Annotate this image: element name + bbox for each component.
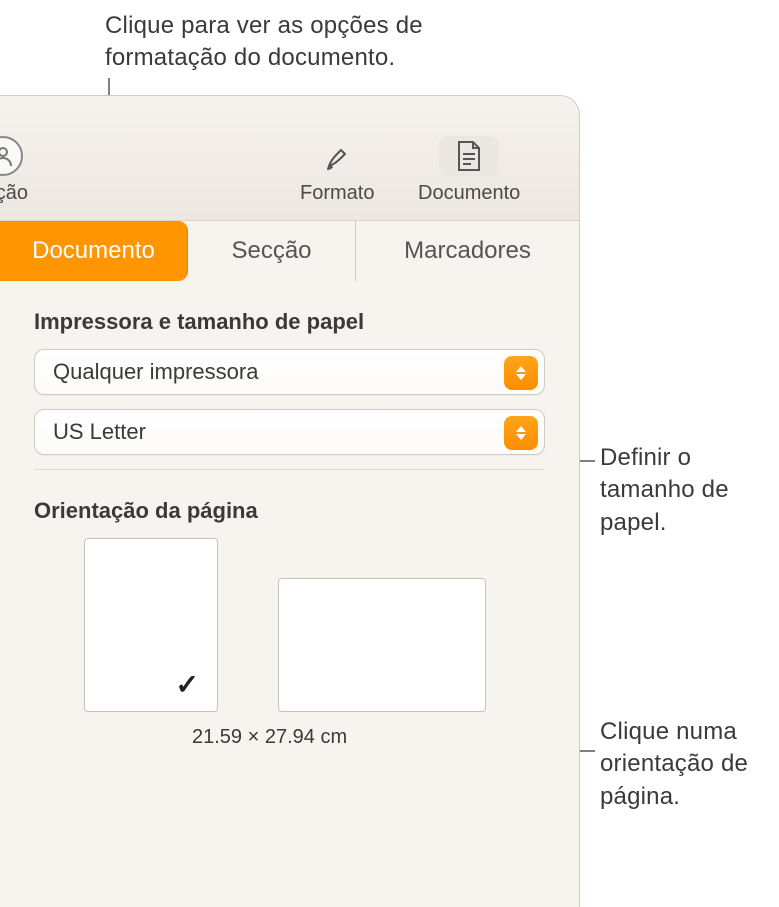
format-brush-icon bbox=[307, 136, 367, 176]
printer-popup-value: Qualquer impressora bbox=[53, 359, 258, 385]
toolbar-item-collaboration[interactable]: ração bbox=[0, 136, 28, 205]
page-dimensions-label: 21.59 × 27.94 cm bbox=[34, 726, 545, 749]
document-page-icon bbox=[439, 136, 499, 176]
orientation-landscape-button[interactable] bbox=[278, 578, 486, 712]
toolbar-item-document[interactable]: Documento bbox=[418, 136, 520, 205]
paper-size-popup[interactable]: US Letter bbox=[34, 409, 545, 455]
orientation-portrait-button[interactable] bbox=[84, 538, 218, 712]
section-divider bbox=[34, 469, 545, 470]
tab-documento[interactable]: Documento bbox=[0, 221, 188, 281]
inspector-window: ração Formato Documento Documento Secção… bbox=[0, 95, 580, 907]
callout-orientation: Clique numa orientação de página. bbox=[600, 716, 770, 813]
tab-marcadores[interactable]: Marcadores bbox=[356, 221, 579, 281]
inspector-tabs: Documento Secção Marcadores bbox=[0, 221, 579, 281]
orientation-options bbox=[34, 538, 545, 712]
toolbar-label: Formato bbox=[300, 182, 374, 205]
tab-seccao[interactable]: Secção bbox=[188, 221, 356, 281]
callout-paper-size: Definir o tamanho de papel. bbox=[600, 442, 770, 539]
inspector-body: Impressora e tamanho de papel Qualquer i… bbox=[0, 281, 579, 777]
section-title-orientation: Orientação da página bbox=[34, 498, 545, 524]
popup-arrows-icon bbox=[504, 416, 538, 450]
toolbar-item-format[interactable]: Formato bbox=[300, 136, 374, 205]
collaboration-icon bbox=[0, 136, 23, 176]
toolbar: ração Formato Documento bbox=[0, 96, 579, 221]
popup-arrows-icon bbox=[504, 356, 538, 390]
callout-document-options: Clique para ver as opções de formatação … bbox=[105, 10, 465, 75]
paper-size-popup-value: US Letter bbox=[53, 419, 146, 445]
section-title-printer-paper: Impressora e tamanho de papel bbox=[34, 309, 545, 335]
printer-popup[interactable]: Qualquer impressora bbox=[34, 349, 545, 395]
toolbar-label: ração bbox=[0, 182, 28, 205]
toolbar-label: Documento bbox=[418, 182, 520, 205]
